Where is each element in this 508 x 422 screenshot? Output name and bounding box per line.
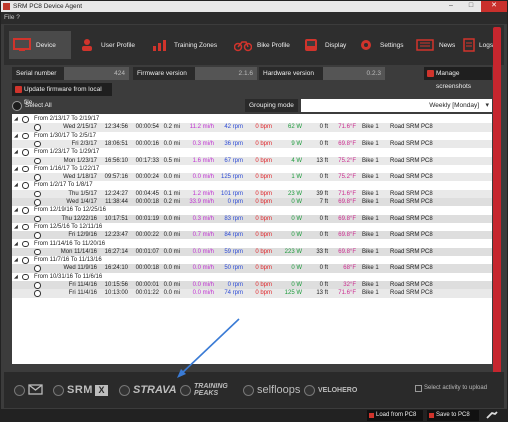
app-window: SRM PC8 Device Agent – □ ✕ File ? Device… — [0, 0, 508, 422]
annotation-arrow — [177, 318, 240, 378]
